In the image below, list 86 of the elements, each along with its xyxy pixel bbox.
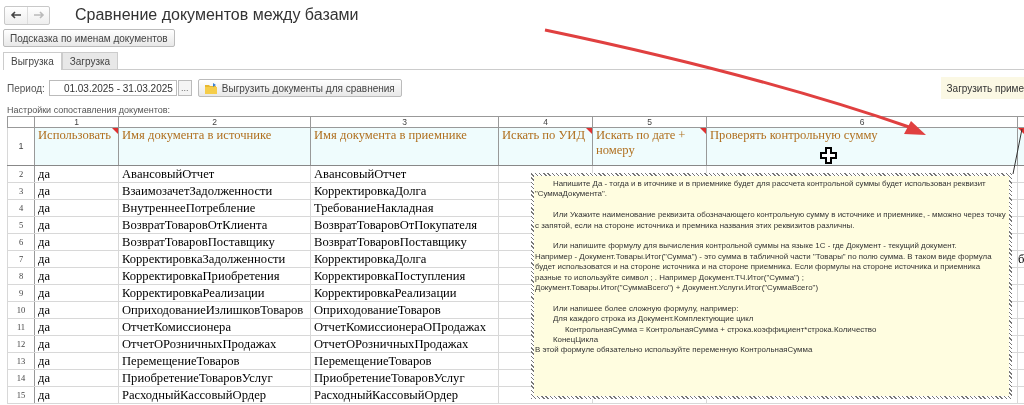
row-number: 14 — [16, 372, 26, 385]
row-number: 12 — [16, 338, 26, 351]
table-cell: КорректировкаПриобретения — [122, 268, 280, 284]
table-cell: да — [38, 302, 50, 318]
table-cell: ПриобретениеТоваровУслуг — [122, 370, 273, 386]
table-cell: ПеремещениеТоваров — [122, 353, 240, 369]
table-cell: КорректировкаДолга — [314, 251, 427, 267]
cursor-cross-icon — [820, 147, 837, 164]
column-number: 3 — [402, 117, 407, 127]
row-number: 15 — [16, 389, 26, 402]
left-arrow-icon — [10, 10, 22, 20]
import-button[interactable]: Загрузить приме — [940, 77, 1024, 99]
table-cell: да — [38, 200, 50, 216]
table-cell: РасходныйКассовыйОрдер — [122, 387, 267, 403]
row-number: 9 — [18, 287, 24, 300]
table-cell: да — [38, 234, 50, 250]
row-number: 13 — [16, 355, 26, 368]
period-label: Период: — [7, 82, 45, 94]
table-cell: да — [38, 166, 50, 182]
table-cell: да — [38, 387, 50, 403]
table-cell: ОтчетКомиссионераОПродажах — [314, 319, 486, 335]
column-number: 2 — [212, 117, 217, 127]
row-number: 8 — [18, 270, 24, 283]
table-cell: да — [38, 336, 50, 352]
table-cell: да — [38, 370, 50, 386]
row-number: 6 — [18, 236, 24, 249]
table-cell: б — [1018, 251, 1024, 267]
leader-line — [1012, 128, 1023, 175]
table-cell: КорректировкаДолга — [314, 183, 427, 199]
row-number: 10 — [16, 304, 26, 317]
table-cell: ВнутреннееПотребление — [122, 200, 256, 216]
table-cell: да — [38, 319, 50, 335]
table-cell: да — [38, 217, 50, 233]
right-arrow-icon — [32, 10, 45, 20]
table-cell: ОтчетОРозничныхПродажах — [122, 336, 277, 352]
comment-box[interactable] — [534, 176, 1009, 396]
table-cell: ВозвратТоваровПоставщику — [314, 234, 467, 250]
table-cell: да — [38, 183, 50, 199]
column-header: Имя документа в приемнике — [310, 127, 499, 166]
row-number: 3 — [18, 185, 24, 198]
table-cell: ОприходованиеТоваров — [314, 302, 441, 318]
table-cell: КорректировкаРеализации — [314, 285, 457, 301]
row-number: 5 — [18, 219, 24, 232]
table-cell: ПеремещениеТоваров — [314, 353, 432, 369]
row-number: 2 — [18, 168, 24, 181]
column-header: Проверять контрольную сумму — [706, 127, 1018, 166]
row-number: 4 — [18, 202, 24, 215]
row-number: 11 — [16, 321, 26, 334]
tab[interactable]: Выгрузка — [3, 52, 62, 70]
column-number: 6 — [859, 117, 865, 127]
column-header: Искать по дате + номеру — [592, 127, 707, 166]
table-cell: ВозвратТоваровОтПокупателя — [314, 217, 478, 233]
export-button[interactable]: Выгрузить документы для сравнения — [197, 79, 402, 97]
table-cell: ВозвратТоваровПоставщику — [122, 234, 275, 250]
table-cell: ОприходованиеИзлишковТоваров — [122, 302, 304, 318]
window-title: Сравнение документов между базами — [75, 6, 359, 24]
table-cell: РасходныйКассовыйОрдер — [314, 387, 459, 403]
table-cell: АвансовыйОтчет — [314, 166, 407, 182]
column-number: 4 — [543, 117, 548, 127]
table-cell: ТребованиеНакладная — [314, 200, 434, 216]
column-header: Искать по УИД — [498, 127, 593, 166]
column-number: 5 — [647, 117, 652, 127]
row-number: 7 — [18, 253, 24, 266]
table-cell: да — [38, 285, 50, 301]
column-header: Имя документа в источнике — [118, 127, 311, 166]
table-cell: ВзаимозачетЗадолженности — [122, 183, 273, 199]
table-cell: ОтчетОРозничныхПродажах — [314, 336, 469, 352]
period-picker-button[interactable]: ... — [177, 80, 192, 96]
table-cell: да — [38, 268, 50, 284]
table-cell: ПриобретениеТоваровУслуг — [314, 370, 465, 386]
table-cell: ОтчетКомиссионера — [122, 319, 231, 335]
folder-icon — [204, 82, 217, 94]
period-field[interactable]: 01.03.2025 - 31.03.2025 — [48, 80, 177, 96]
column-header: Использовать — [34, 127, 119, 166]
table-cell: КорректировкаПоступления — [314, 268, 466, 284]
table-cell: ВозвратТоваровОтКлиента — [122, 217, 268, 233]
hint-button[interactable]: Подсказка по именам документов — [3, 29, 175, 47]
tab[interactable]: Загрузка — [61, 52, 119, 69]
table-cell: КорректировкаРеализации — [122, 285, 265, 301]
column-number: 1 — [74, 117, 79, 127]
table-cell: АвансовыйОтчет — [122, 166, 215, 182]
row-number: 1 — [18, 140, 24, 153]
table-cell: да — [38, 353, 50, 369]
grid-caption: Настройки сопоставления документов: — [7, 105, 171, 116]
table-cell: да — [38, 251, 50, 267]
table-cell: КорректировкаЗадолженности — [122, 251, 286, 267]
